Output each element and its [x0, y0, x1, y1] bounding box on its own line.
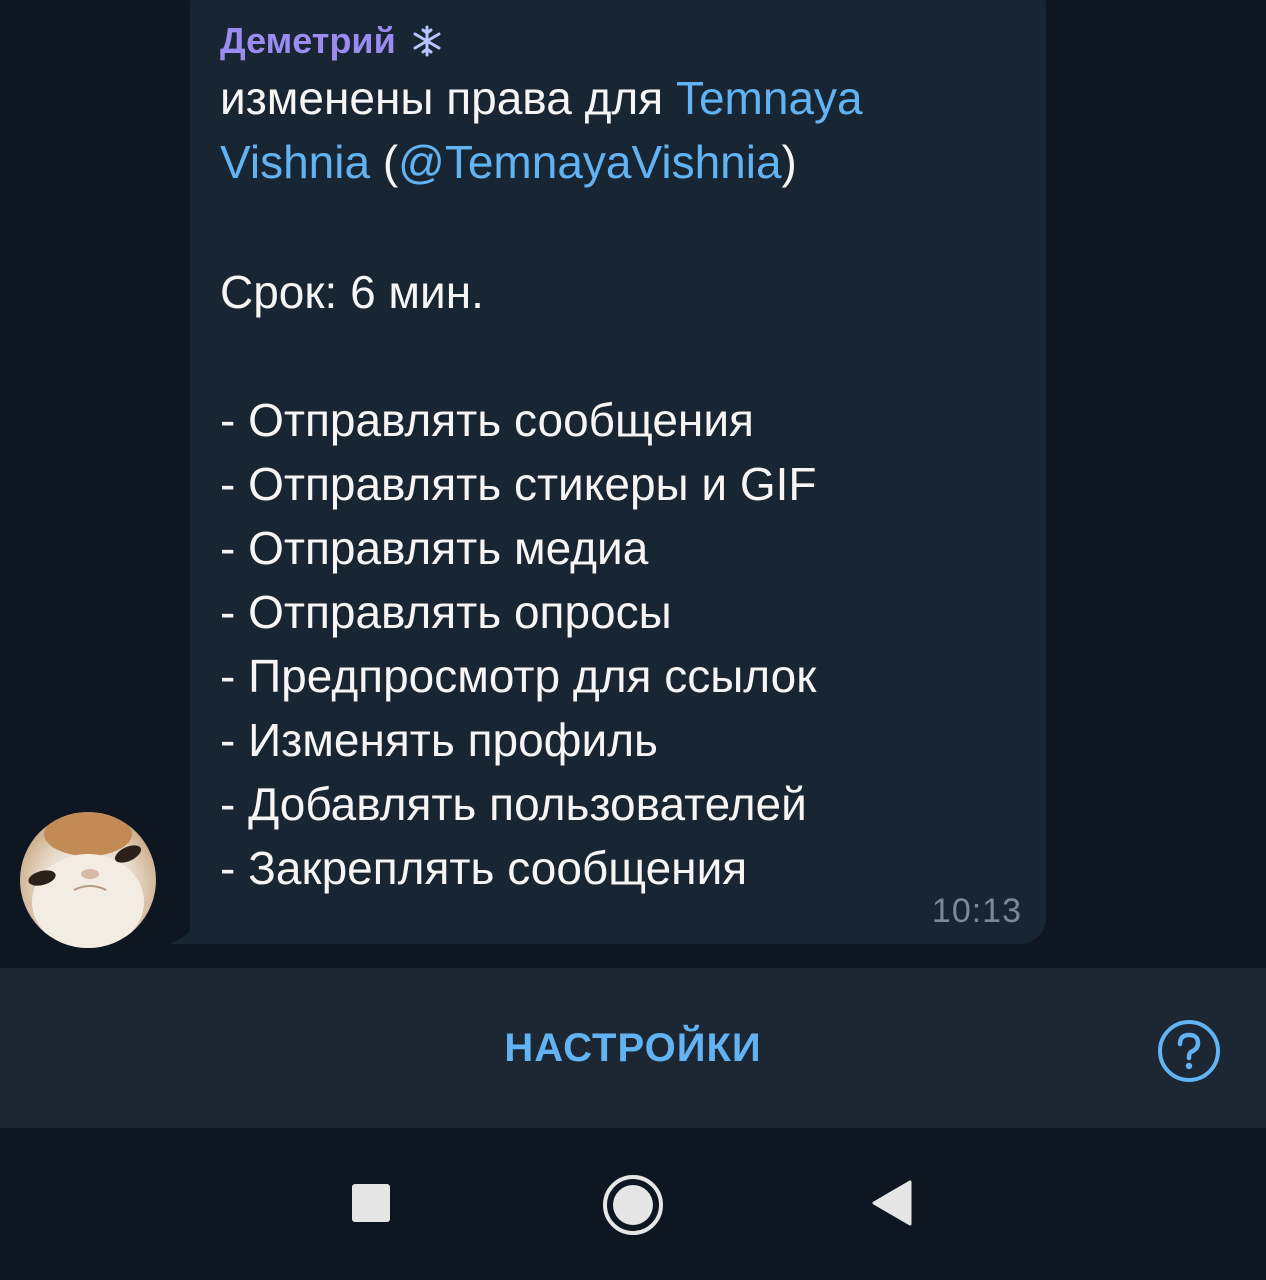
- message-line-1: изменены права для Temnaya: [220, 66, 1020, 130]
- permission-item: - Закреплять сообщения: [220, 842, 748, 894]
- message-line-2: Vishnia (@TemnayaVishnia): [220, 130, 1020, 194]
- screen: Деметрий изменены права для Temnaya Vish…: [0, 0, 1266, 1280]
- sender-name-row[interactable]: Деметрий: [220, 18, 444, 62]
- avatar[interactable]: [20, 812, 156, 948]
- user-link-first[interactable]: Temnaya: [676, 72, 863, 124]
- permission-item: - Отправлять опросы: [220, 586, 672, 638]
- system-nav-bar: [0, 1128, 1266, 1280]
- user-link-last[interactable]: Vishnia: [220, 136, 370, 188]
- term-text: Срок: 6 мин.: [220, 266, 484, 318]
- permission-item: - Предпросмотр для ссылок: [220, 650, 817, 702]
- question-circle-icon[interactable]: [1156, 1018, 1222, 1084]
- permission-item: - Изменять профиль: [220, 714, 659, 766]
- user-handle-link[interactable]: @TemnayaVishnia: [398, 136, 781, 188]
- permission-item: - Добавлять пользователей: [220, 778, 807, 830]
- action-text: изменены права для: [220, 72, 676, 124]
- settings-bar: НАСТРОЙКИ: [0, 968, 1266, 1128]
- permission-item: - Отправлять медиа: [220, 522, 649, 574]
- circle-icon[interactable]: [602, 1174, 664, 1236]
- paren-close: ): [781, 136, 797, 188]
- triangle-back-icon[interactable]: [872, 1180, 912, 1226]
- message-bubble[interactable]: Деметрий изменены права для Temnaya Vish…: [190, 0, 1046, 944]
- settings-button[interactable]: НАСТРОЙКИ: [433, 1018, 833, 1078]
- square-icon[interactable]: [352, 1184, 390, 1222]
- sender-name[interactable]: Деметрий: [220, 20, 396, 62]
- permission-item: - Отправлять стикеры и GIF: [220, 458, 817, 510]
- chat-area: Деметрий изменены права для Temnaya Vish…: [0, 0, 1266, 968]
- cat-avatar-image: [28, 812, 144, 948]
- message-time: 10:13: [931, 892, 1022, 930]
- paren-open: (: [370, 136, 399, 188]
- permission-item: - Отправлять сообщения: [220, 394, 754, 446]
- snowflake-icon: [413, 25, 441, 57]
- permissions-list: - Отправлять сообщения - Отправлять стик…: [220, 388, 1020, 900]
